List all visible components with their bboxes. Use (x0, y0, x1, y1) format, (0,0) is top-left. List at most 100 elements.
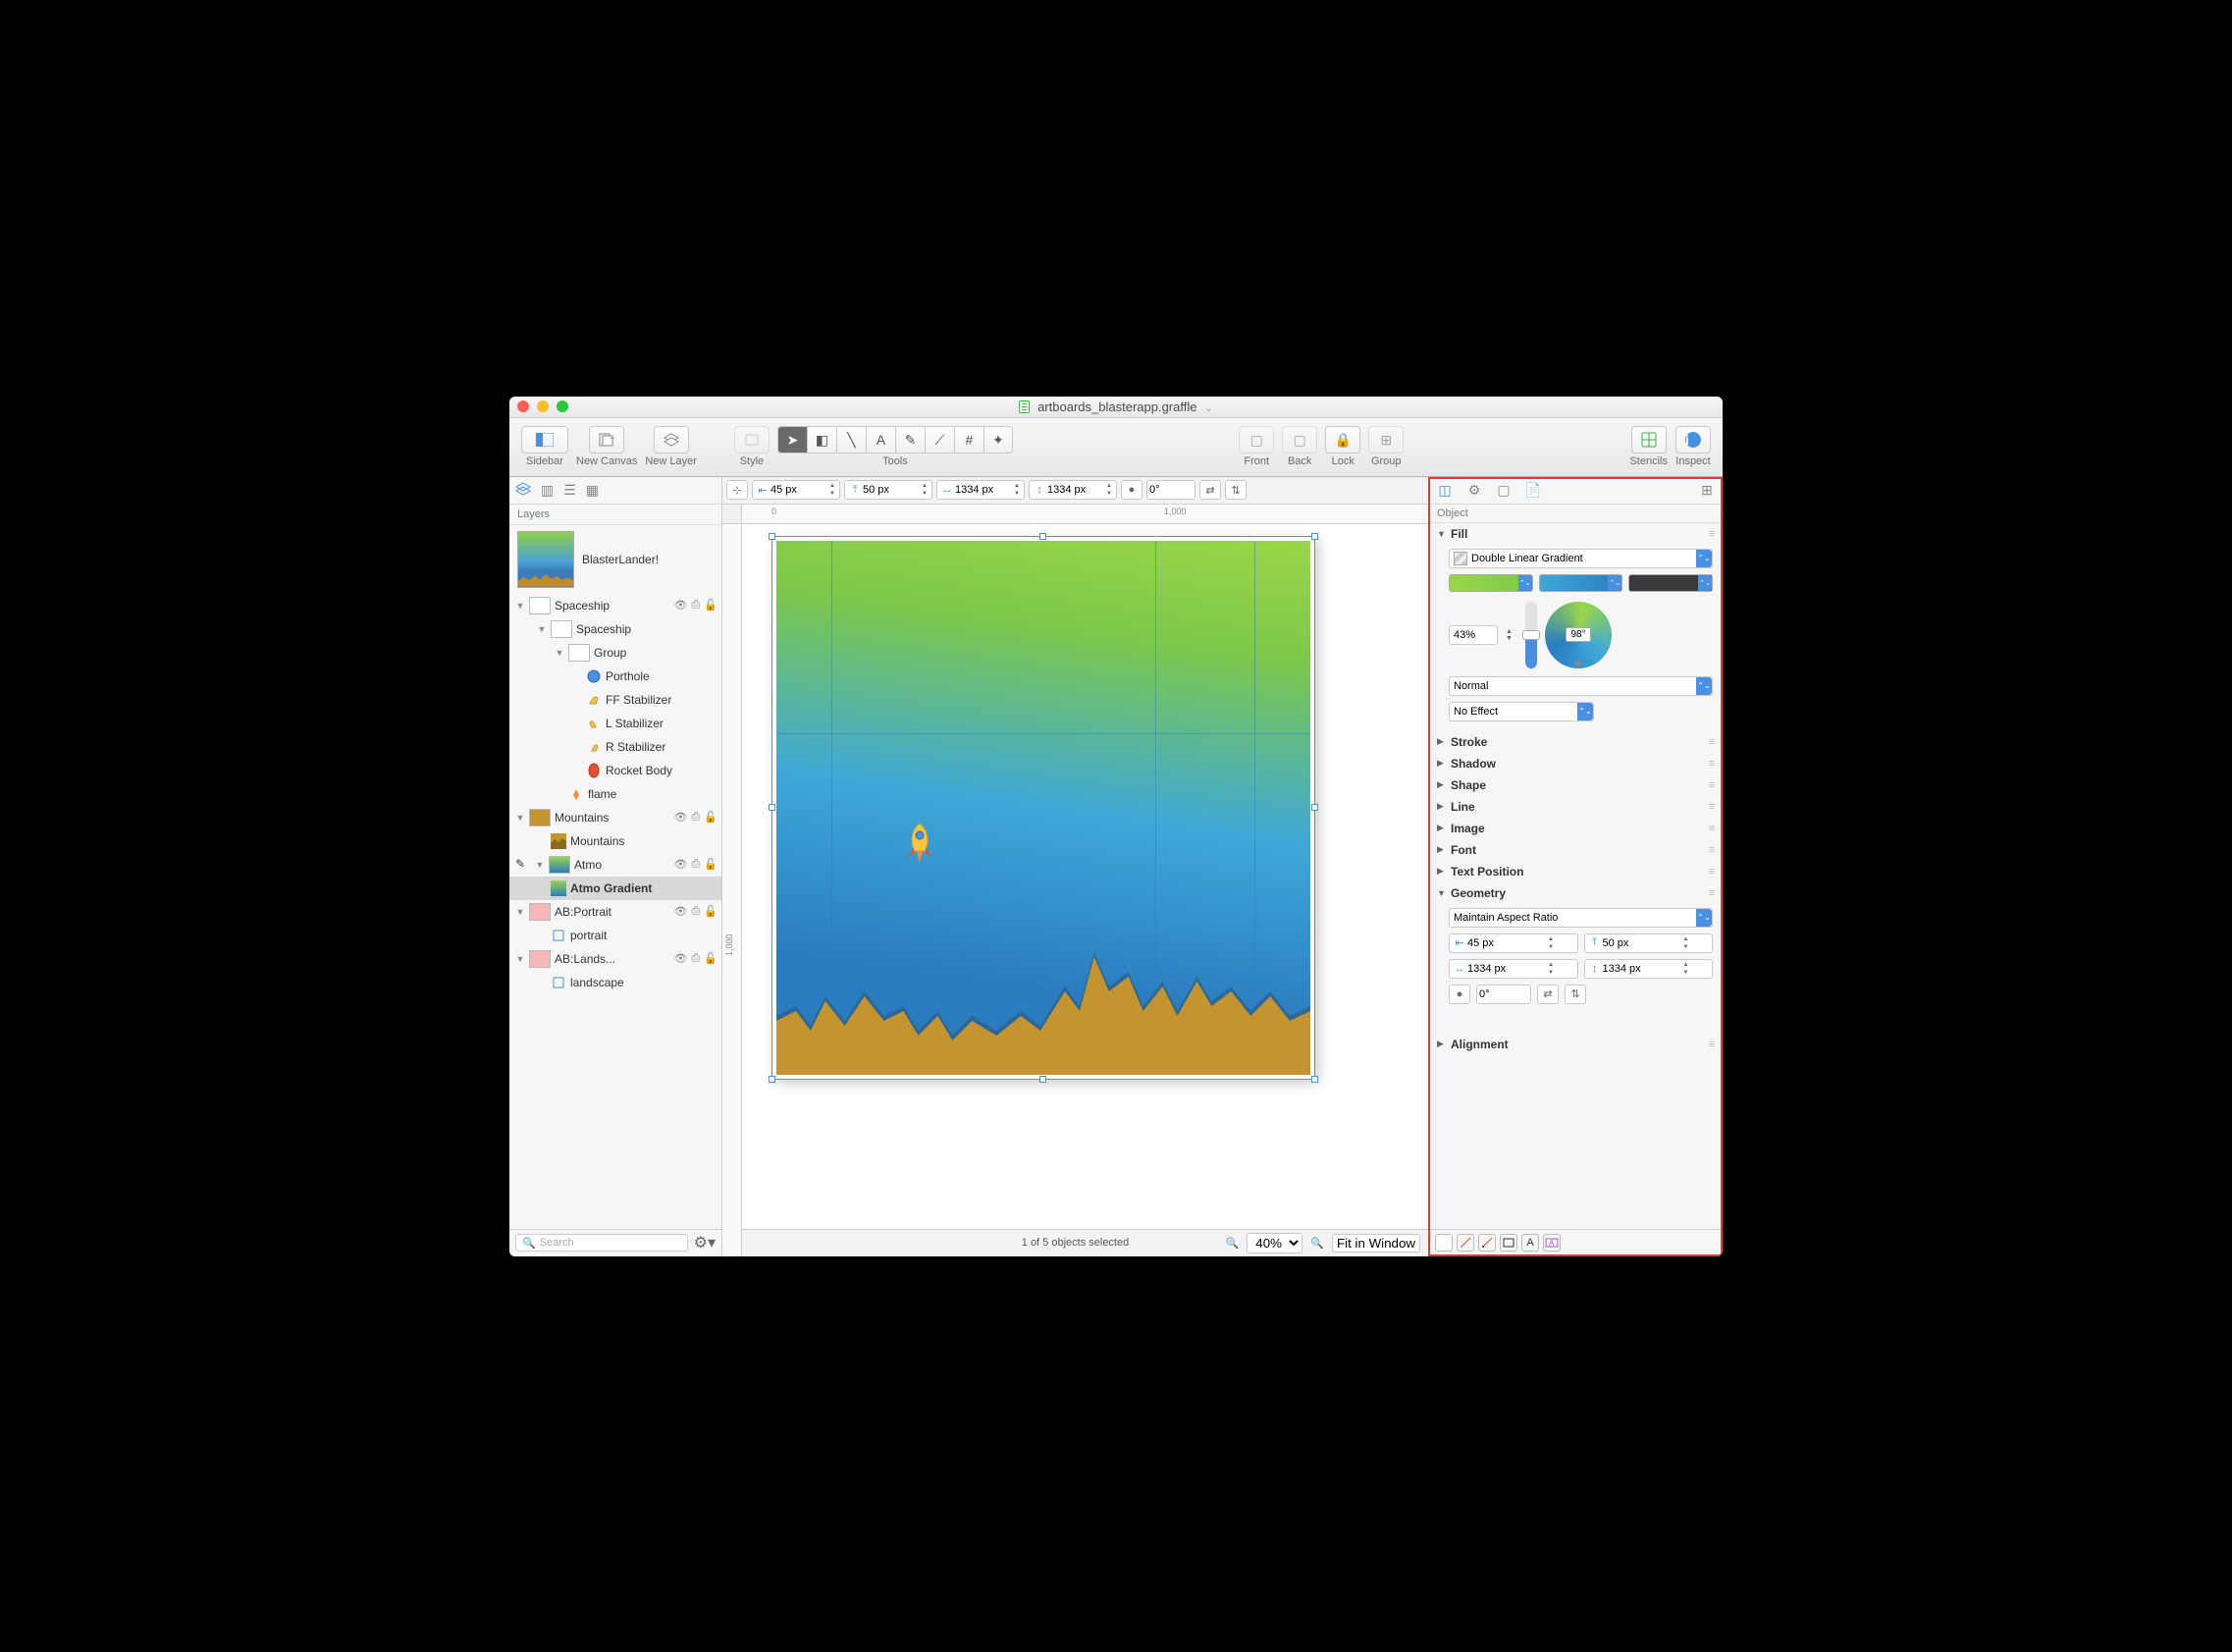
mountains-shape[interactable] (776, 937, 1310, 1075)
ruler-origin-button[interactable]: ⊹ (726, 480, 748, 500)
canvas-tab-icon[interactable]: ▢ (1494, 480, 1514, 500)
canvas-viewport[interactable]: 01,000 1,000 (722, 505, 1428, 1256)
text-position-section-header[interactable]: ▶Text Position≡ (1429, 861, 1723, 882)
disclosure-icon[interactable]: ▼ (515, 907, 525, 917)
geometry-section-header[interactable]: ▼Geometry≡ (1429, 882, 1723, 904)
lock-icon[interactable]: 🔓 (704, 599, 717, 612)
lock-icon[interactable]: 🔓 (704, 952, 717, 965)
new-layer-button[interactable] (654, 426, 689, 453)
style-button[interactable] (734, 426, 770, 453)
lock-button[interactable]: 🔒 (1325, 426, 1360, 453)
sidebar-toggle-button[interactable] (521, 426, 568, 453)
layer-row[interactable]: FF Stabilizer (509, 688, 721, 712)
insp-w-field[interactable]: ↔▲▼ (1449, 959, 1578, 979)
artboard[interactable] (771, 536, 1315, 1080)
ruler-vertical[interactable]: 1,000 (722, 524, 742, 1256)
ruler-horizontal[interactable]: 01,000 (742, 505, 1428, 524)
style-swatch-text[interactable]: A (1521, 1234, 1539, 1252)
stamp-tool[interactable]: ✦ (983, 426, 1013, 453)
layer-row[interactable]: ▼AB:Portrait👁⎙🔓 (509, 900, 721, 924)
grid-view-icon[interactable]: ⊞ (1697, 480, 1717, 500)
document-tab-icon[interactable]: 📄 (1523, 480, 1543, 500)
ruler-corner[interactable] (722, 505, 742, 524)
layer-row[interactable]: landscape (509, 971, 721, 994)
visibility-icon[interactable]: 👁 (674, 905, 688, 918)
gradient-color-1[interactable]: ⌃⌄ (1449, 574, 1533, 592)
disclosure-icon[interactable]: ▼ (515, 954, 525, 964)
stepper[interactable]: ▲▼ (827, 482, 837, 498)
minimize-icon[interactable] (537, 400, 549, 412)
object-tab-icon[interactable]: ◫ (1435, 480, 1455, 500)
layer-row[interactable]: Mountains (509, 829, 721, 853)
lock-icon[interactable]: 🔓 (704, 811, 717, 824)
layer-row[interactable]: ▼Mountains👁⎙🔓 (509, 806, 721, 829)
insp-rot-field[interactable] (1476, 985, 1531, 1004)
h-field[interactable]: ↕▲▼ (1029, 480, 1117, 500)
properties-tab-icon[interactable]: ⚙ (1464, 480, 1484, 500)
midpoint-stepper[interactable]: ▲▼ (1506, 628, 1517, 642)
print-icon[interactable]: ⎙ (691, 599, 700, 612)
aspect-ratio-select[interactable]: Maintain Aspect Ratio⌃⌄ (1449, 908, 1713, 928)
zoom-in-icon[interactable]: 🔍 (1310, 1237, 1324, 1250)
pen-tool[interactable]: ✎ (895, 426, 925, 453)
visibility-icon[interactable]: 👁 (674, 811, 688, 824)
rotation-swatch[interactable]: ● (1121, 480, 1143, 500)
disclosure-icon[interactable]: ▼ (537, 624, 547, 634)
fit-window-button[interactable]: Fit in Window (1332, 1234, 1420, 1252)
gear-icon[interactable]: ⚙︎▾ (694, 1233, 716, 1252)
new-canvas-button[interactable]: + (589, 426, 624, 453)
zoom-select[interactable]: 40% (1247, 1233, 1302, 1253)
layer-row[interactable]: flame (509, 782, 721, 806)
diagram-tool[interactable]: # (954, 426, 983, 453)
layer-row[interactable]: Rocket Body (509, 759, 721, 782)
chevron-down-icon[interactable]: ⌄ (1204, 403, 1212, 414)
disclosure-icon[interactable]: ▼ (555, 648, 564, 658)
search-input[interactable]: 🔍Search (515, 1234, 688, 1252)
style-swatch-line[interactable] (1457, 1234, 1474, 1252)
fill-type-select[interactable]: Double Linear Gradient⌃⌄ (1449, 549, 1713, 568)
layer-row[interactable]: L Stabilizer (509, 712, 721, 735)
zoom-icon[interactable] (557, 400, 568, 412)
print-icon[interactable]: ⎙ (691, 952, 700, 965)
grip-icon[interactable]: ≡ (1709, 528, 1715, 540)
stencils-button[interactable] (1631, 426, 1667, 453)
insp-flip-v[interactable]: ⇅ (1565, 985, 1586, 1004)
shadow-section-header[interactable]: ▶Shadow≡ (1429, 753, 1723, 774)
layer-row[interactable]: R Stabilizer (509, 735, 721, 759)
text-tool[interactable]: A (866, 426, 895, 453)
lock-icon[interactable]: 🔓 (704, 905, 717, 918)
visibility-icon[interactable]: 👁 (674, 952, 688, 965)
style-swatch-rect[interactable] (1500, 1234, 1517, 1252)
disclosure-icon[interactable]: ▼ (535, 860, 545, 870)
guide-h1[interactable] (776, 733, 1310, 734)
disclosure-icon[interactable]: ▼ (515, 601, 525, 611)
x-field[interactable]: ⇤▲▼ (752, 480, 840, 500)
inspect-button[interactable]: i (1675, 426, 1711, 453)
print-icon[interactable]: ⎙ (691, 811, 700, 824)
angle-wheel[interactable]: 98° (1545, 602, 1612, 668)
outline-tab-icon[interactable]: ☰ (563, 482, 576, 499)
layer-row[interactable]: ▼Group (509, 641, 721, 665)
flip-h-button[interactable]: ⇄ (1199, 480, 1221, 500)
print-icon[interactable]: ⎙ (691, 905, 700, 918)
layer-row[interactable]: Porthole (509, 665, 721, 688)
front-button[interactable]: ▢ (1239, 426, 1274, 453)
print-icon[interactable]: ⎙ (691, 858, 700, 871)
blend-mode-select[interactable]: Normal⌃⌄ (1449, 676, 1713, 696)
visibility-icon[interactable]: 👁 (674, 599, 688, 612)
y-field[interactable]: ⤒▲▼ (844, 480, 932, 500)
insp-x-field[interactable]: ⇤▲▼ (1449, 933, 1578, 953)
insp-flip-h[interactable]: ⇄ (1537, 985, 1559, 1004)
group-button[interactable]: ⊞ (1368, 426, 1404, 453)
disclosure-icon[interactable]: ▼ (515, 813, 525, 823)
gradient-color-2[interactable]: ⌃⌄ (1539, 574, 1623, 592)
layer-row[interactable]: ✎▼Atmo👁⎙🔓 (509, 853, 721, 877)
zoom-out-icon[interactable]: 🔍 (1226, 1237, 1240, 1250)
insp-h-field[interactable]: ↕▲▼ (1584, 959, 1714, 979)
close-icon[interactable] (517, 400, 529, 412)
image-section-header[interactable]: ▶Image≡ (1429, 818, 1723, 839)
rocket-shape[interactable] (900, 822, 939, 865)
layer-row[interactable]: Atmo Gradient (509, 877, 721, 900)
flip-v-button[interactable]: ⇅ (1225, 480, 1247, 500)
selection-tab-icon[interactable]: ▦ (586, 482, 599, 499)
